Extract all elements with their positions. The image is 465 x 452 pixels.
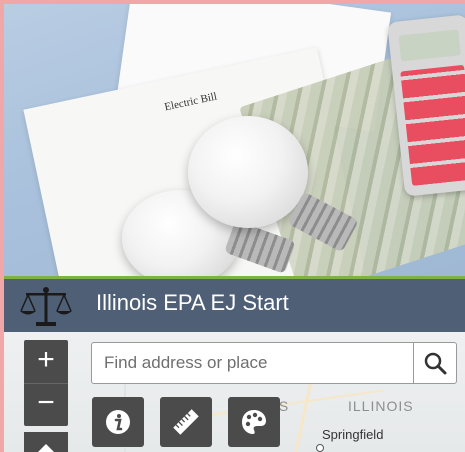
city-marker-icon [316, 444, 324, 452]
search-icon [424, 352, 447, 375]
calculator-screen [398, 29, 461, 62]
map-label-springfield: Springfield [322, 427, 384, 442]
zoom-out-button[interactable]: − [24, 383, 68, 426]
search-button[interactable] [413, 342, 457, 384]
measure-button[interactable] [160, 397, 212, 447]
app-header: Illinois EPA EJ Start [4, 276, 465, 332]
app-frame: Electric Bill Illinois EPA EJ Start IS I… [4, 4, 465, 452]
app-title: Illinois EPA EJ Start [96, 290, 289, 315]
home-button[interactable] [24, 432, 68, 452]
basemap-gallery-button[interactable] [228, 397, 280, 447]
basemap-palette-icon [240, 410, 266, 434]
home-icon [38, 444, 54, 452]
map-label-illinois: ILLINOIS [348, 398, 414, 414]
search-input[interactable] [91, 342, 414, 384]
info-icon [106, 410, 130, 434]
hero-image: Electric Bill [4, 4, 465, 276]
hero-bulb-right [188, 116, 308, 228]
measure-ruler-icon [173, 409, 199, 435]
zoom-in-button[interactable]: + [24, 340, 68, 384]
scales-of-justice-icon [20, 287, 72, 326]
info-button[interactable] [92, 397, 144, 447]
zoom-control: + − [24, 340, 68, 426]
calculator-keys [400, 64, 465, 186]
